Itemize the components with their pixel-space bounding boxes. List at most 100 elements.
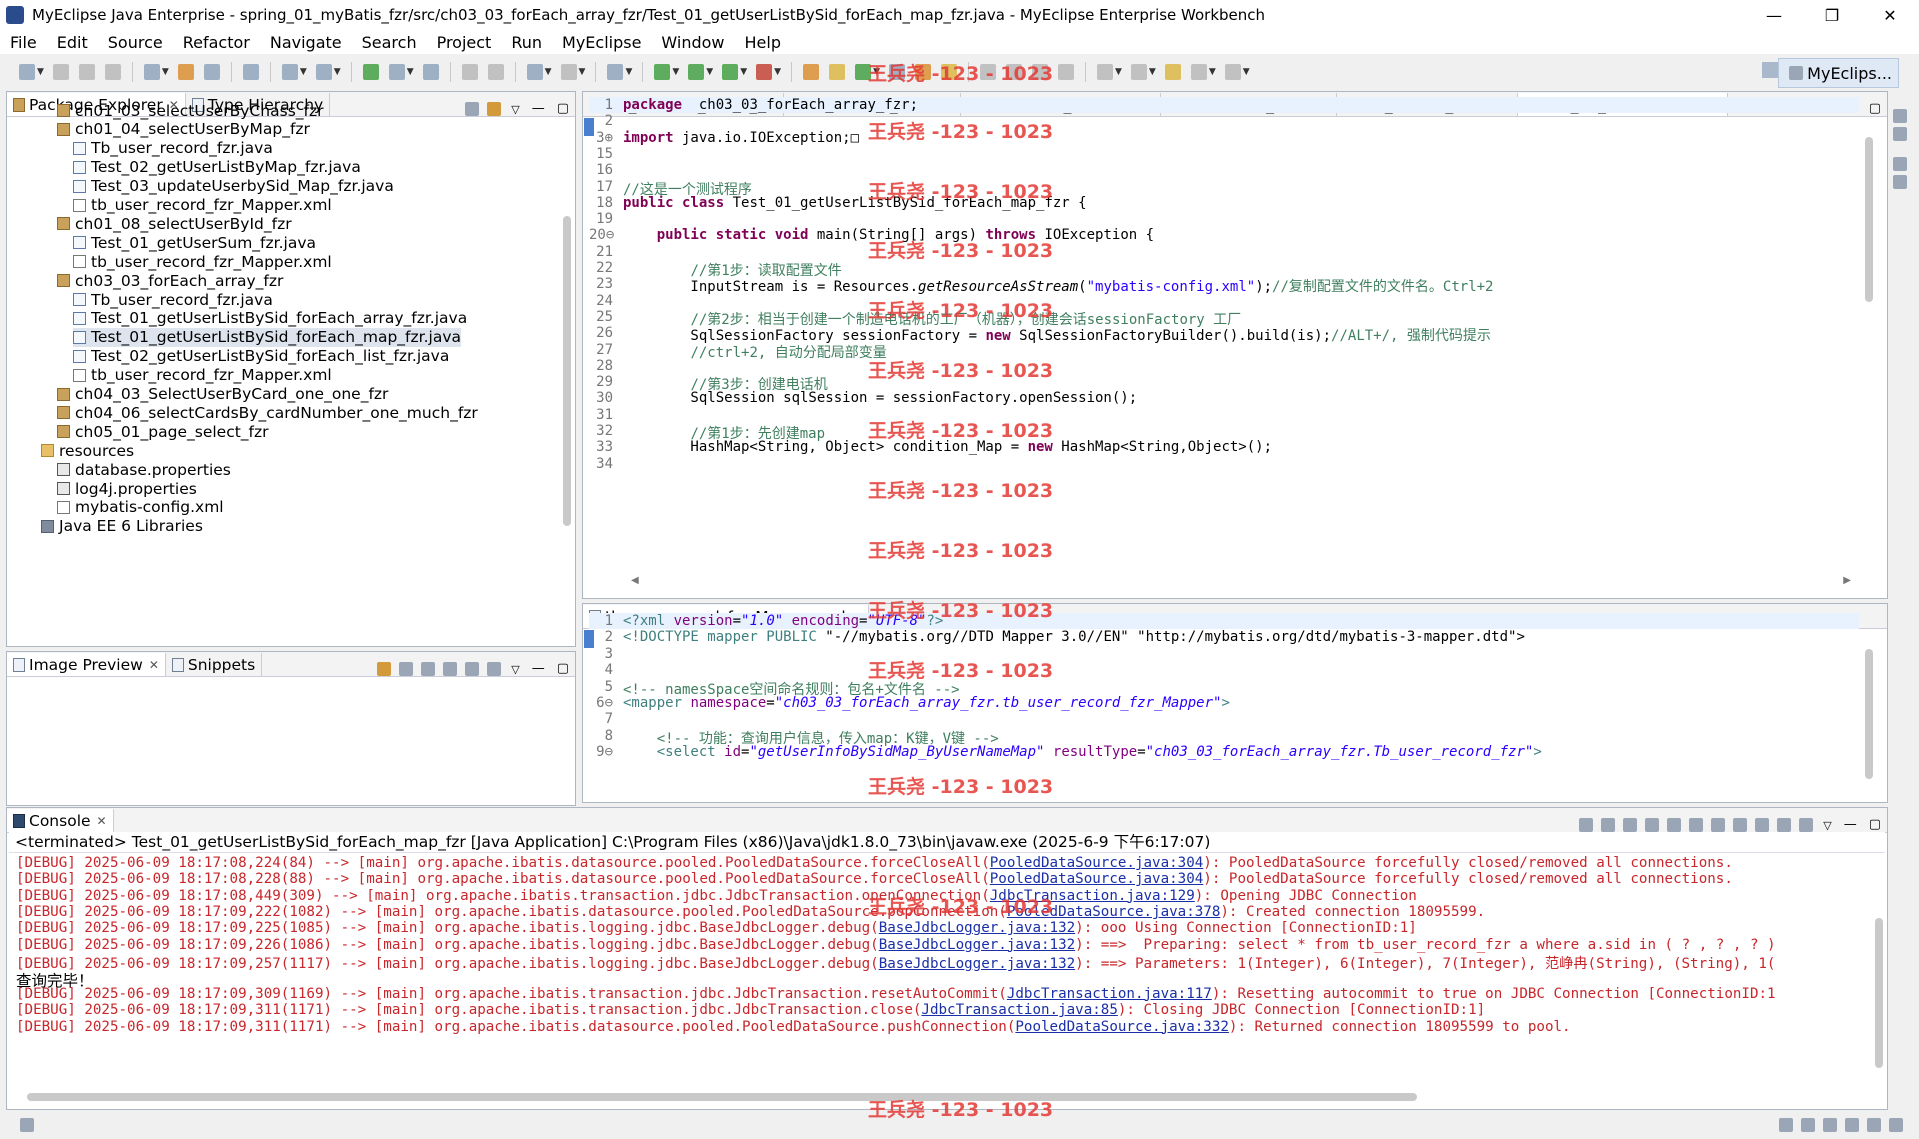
xml-vscrollbar[interactable] (1865, 649, 1873, 779)
tree-item[interactable]: Test_02_getUserListBySid_forEach_list_fz… (73, 347, 449, 366)
globe-icon[interactable] (422, 64, 439, 80)
web-browser-icon[interactable] (315, 64, 332, 80)
minimize-icon[interactable]: — (532, 661, 545, 676)
open-type-icon[interactable] (177, 64, 194, 80)
actual-size-icon[interactable] (487, 662, 502, 676)
perspective-switcher[interactable]: MyEclips... (1778, 58, 1899, 88)
previous-annotation-icon[interactable] (1130, 64, 1147, 80)
tree-item[interactable]: Java EE 6 Libraries (41, 517, 203, 536)
help-icon[interactable] (1893, 175, 1907, 189)
source-link[interactable]: PooledDataSource.java:378 (1007, 904, 1221, 920)
close-icon[interactable]: ✕ (97, 814, 107, 828)
maximize-icon[interactable]: ▢ (557, 101, 569, 116)
tree-item[interactable]: database.properties (57, 460, 231, 479)
console-vscrollbar[interactable] (1875, 918, 1883, 1068)
menu-source[interactable]: Source (98, 33, 173, 52)
menu-search[interactable]: Search (352, 33, 427, 52)
maximize-button[interactable]: ❐ (1803, 0, 1861, 30)
tree-item[interactable]: ch05_01_page_select_fzr (57, 422, 269, 441)
next-annotation-icon[interactable] (1096, 64, 1113, 80)
menu-edit[interactable]: Edit (47, 33, 98, 52)
tree-item[interactable]: mybatis-config.xml (57, 498, 224, 517)
tab-snippets[interactable]: Snippets (166, 653, 263, 676)
tree-item[interactable]: ch03_03_forEach_array_fzr (57, 271, 283, 290)
editor-hscrollbar[interactable]: ◀ ▶ (631, 575, 1851, 589)
new-class-icon[interactable] (855, 64, 872, 80)
outline-icon[interactable] (1893, 127, 1907, 141)
tree-item[interactable]: Test_01_getUserSum_fzr.java (73, 233, 316, 252)
link-with-editor-icon[interactable] (487, 102, 502, 116)
fast-view-icon[interactable] (20, 1118, 34, 1132)
fit-icon[interactable] (399, 662, 414, 676)
new-package-icon[interactable] (829, 64, 846, 80)
tree-item[interactable]: tb_user_record_fzr_Mapper.xml (73, 252, 332, 271)
console-hscrollbar[interactable] (27, 1093, 1417, 1101)
highlight-icon[interactable] (1005, 64, 1022, 80)
status-icon[interactable] (1823, 1118, 1837, 1132)
open-resource-icon[interactable] (203, 64, 220, 80)
menu-file[interactable]: File (0, 33, 47, 52)
tree-item[interactable]: Test_02_getUserListByMap_fzr.java (73, 158, 361, 177)
debug-icon[interactable] (654, 64, 671, 80)
show-whitespace-icon[interactable] (1031, 64, 1048, 80)
open-perspective-icon[interactable] (940, 64, 957, 80)
jar-icon[interactable] (388, 64, 405, 80)
menu-myeclipse[interactable]: MyEclipse (552, 33, 651, 52)
run-icon[interactable] (688, 64, 705, 80)
coverage-icon[interactable] (722, 64, 739, 80)
status-icon[interactable] (1889, 1118, 1903, 1132)
tree-item[interactable]: ch04_06_selectCardsBy_cardNumber_one_muc… (57, 403, 478, 422)
status-icon[interactable] (1867, 1118, 1881, 1132)
tree-item[interactable]: log4j.properties (57, 479, 197, 498)
view-menu-icon[interactable]: ▽ (511, 663, 519, 676)
source-link[interactable]: PooledDataSource.java:304 (990, 855, 1204, 871)
menu-project[interactable]: Project (427, 33, 502, 52)
pin-icon[interactable] (979, 64, 996, 80)
new-project-icon[interactable] (143, 64, 160, 80)
open-task-icon[interactable] (888, 64, 905, 80)
menu-window[interactable]: Window (651, 33, 734, 52)
menu-help[interactable]: Help (735, 33, 791, 52)
tree-item[interactable]: ch04_03_SelectUserByCard_one_one_fzr (57, 385, 388, 404)
source-link[interactable]: BaseJdbcLogger.java:132 (879, 920, 1075, 936)
server-icon[interactable] (242, 64, 259, 80)
open-console-icon[interactable] (1799, 818, 1814, 832)
editor-vscrollbar[interactable] (1865, 137, 1873, 302)
maximize-icon[interactable]: ▢ (557, 661, 569, 676)
maximize-icon[interactable]: ▢ (1869, 101, 1881, 116)
open-perspective-button[interactable] (1762, 62, 1778, 78)
close-button[interactable]: ✕ (1861, 0, 1919, 30)
menu-run[interactable]: Run (501, 33, 552, 52)
deploy-icon[interactable] (281, 64, 298, 80)
pin-console-icon[interactable] (1755, 818, 1770, 832)
build-icon[interactable] (362, 64, 379, 80)
external-tools-icon[interactable] (756, 64, 773, 80)
back-icon[interactable] (1190, 64, 1207, 80)
source-link[interactable]: PooledDataSource.java:304 (990, 871, 1204, 887)
display-console-icon[interactable] (1777, 818, 1792, 832)
remove-all-icon[interactable] (1623, 818, 1638, 832)
tree-item[interactable]: Tb_user_record_fzr.java (73, 139, 273, 158)
close-icon[interactable]: ✕ (149, 658, 159, 672)
tree-item[interactable]: Test_01_getUserListBySid_forEach_map_fzr… (73, 327, 461, 347)
remove-launch-icon[interactable] (1601, 818, 1616, 832)
zoom-in-icon[interactable] (443, 662, 458, 676)
show-stderr-icon[interactable] (1733, 818, 1748, 832)
last-edit-icon[interactable] (1164, 64, 1181, 80)
search-next-icon[interactable] (487, 64, 504, 80)
menu-navigate[interactable]: Navigate (260, 33, 352, 52)
show-stdout-icon[interactable] (1711, 818, 1726, 832)
scroll-lock-icon[interactable] (1667, 818, 1682, 832)
tab-image-preview[interactable]: Image Preview ✕ (7, 653, 166, 676)
tree-item[interactable]: ch01_08_selectUserById_fzr (57, 214, 292, 233)
link-icon[interactable] (560, 64, 577, 80)
tree-item[interactable]: ch01_03_selectUserByChass_fzr (57, 101, 324, 120)
tree-item[interactable]: resources (41, 441, 134, 460)
zoom-out-icon[interactable] (421, 662, 436, 676)
tree-item[interactable]: Test_03_updateUserbySid_Map_fzr.java (73, 177, 394, 196)
status-icon[interactable] (1779, 1118, 1793, 1132)
block-select-icon[interactable] (1057, 64, 1074, 80)
source-link[interactable]: JdbcTransaction.java:85 (921, 1002, 1117, 1018)
refresh-icon[interactable] (377, 662, 392, 676)
tree-item[interactable]: tb_user_record_fzr_Mapper.xml (73, 196, 332, 215)
